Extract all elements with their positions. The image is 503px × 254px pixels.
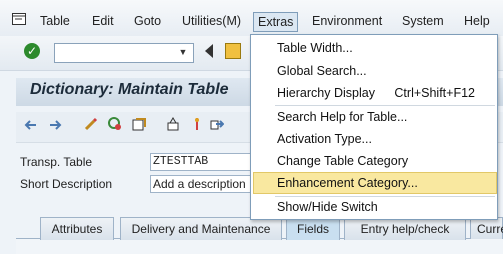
menu-goto[interactable]: Goto bbox=[130, 14, 165, 28]
activate-icon[interactable] bbox=[166, 117, 180, 131]
chevron-down-icon[interactable]: ▼ bbox=[175, 44, 191, 60]
menu-system[interactable]: System bbox=[398, 14, 448, 28]
check-object-icon[interactable] bbox=[132, 117, 146, 131]
menu-environment[interactable]: Environment bbox=[308, 14, 386, 28]
back-icon[interactable] bbox=[24, 118, 38, 132]
menu-item-hierarchy-display[interactable]: Hierarchy Display bbox=[277, 86, 375, 100]
command-field[interactable] bbox=[54, 43, 194, 63]
display-change-icon[interactable] bbox=[108, 117, 122, 131]
app-menu-icon[interactable] bbox=[12, 13, 26, 25]
tab-attributes[interactable]: Attributes bbox=[40, 217, 114, 240]
menu-item-table-width[interactable]: Table Width... bbox=[277, 41, 353, 55]
tab-fields[interactable]: Fields bbox=[286, 217, 340, 240]
checkmark-icon[interactable]: ✓ bbox=[24, 43, 40, 59]
navigate-icon[interactable] bbox=[210, 117, 224, 131]
menu-item-change-table-category[interactable]: Change Table Category bbox=[277, 154, 408, 168]
back-arrow-icon[interactable] bbox=[205, 44, 213, 58]
menu-extras[interactable]: Extras bbox=[253, 12, 299, 32]
tab-delivery-and-maintenance[interactable]: Delivery and Maintenance bbox=[120, 217, 282, 240]
tab-entry-help-check[interactable]: Entry help/check bbox=[344, 217, 466, 240]
short-description-field[interactable]: Add a description bbox=[150, 175, 252, 193]
menu-item-search-help-for-table[interactable]: Search Help for Table... bbox=[277, 110, 407, 124]
menu-separator bbox=[275, 196, 495, 197]
menu-edit[interactable]: Edit bbox=[88, 14, 118, 28]
where-used-icon[interactable] bbox=[190, 117, 204, 131]
extras-dropdown-menu: Table Width... Global Search... Hierarch… bbox=[250, 34, 498, 220]
page-title: Dictionary: Maintain Table bbox=[30, 81, 229, 98]
transp-table-label: Transp. Table bbox=[20, 155, 93, 169]
menu-utilities[interactable]: Utilities(M) bbox=[178, 14, 245, 28]
edit-pencil-icon[interactable] bbox=[84, 117, 98, 131]
menu-separator bbox=[275, 105, 495, 106]
forward-icon[interactable] bbox=[48, 118, 62, 132]
short-description-label: Short Description bbox=[20, 177, 113, 191]
tab-currency[interactable]: Curre bbox=[470, 217, 503, 239]
hierarchy-display-shortcut: Ctrl+Shift+F12 bbox=[394, 86, 475, 100]
menu-item-activation-type[interactable]: Activation Type... bbox=[277, 132, 372, 146]
menu-item-enhancement-category[interactable]: Enhancement Category... bbox=[277, 176, 418, 190]
menu-item-show-hide-switch[interactable]: Show/Hide Switch bbox=[277, 200, 378, 214]
tab-content-area bbox=[16, 238, 503, 254]
menu-help[interactable]: Help bbox=[460, 14, 494, 28]
save-icon[interactable] bbox=[225, 43, 241, 59]
transp-table-field[interactable]: ZTESTTAB bbox=[150, 153, 252, 171]
menu-table[interactable]: Table bbox=[36, 14, 74, 28]
menu-item-global-search[interactable]: Global Search... bbox=[277, 64, 367, 78]
